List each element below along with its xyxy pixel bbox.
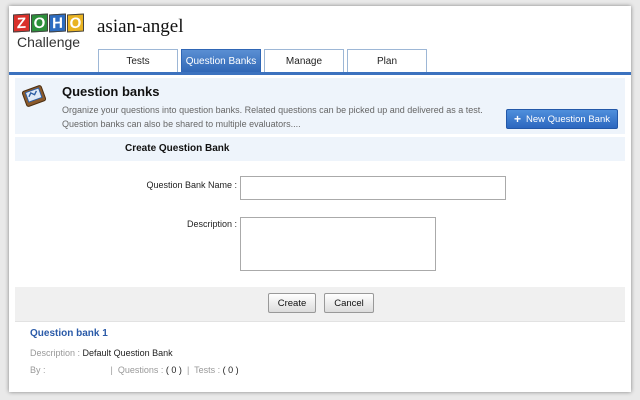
tab-underline <box>9 72 631 75</box>
tab-manage[interactable]: Manage <box>264 49 344 73</box>
logo-letter-o2: O <box>67 13 84 33</box>
tests-key: Tests : <box>194 365 221 375</box>
zoho-logo-letters: Z O H O <box>13 13 93 33</box>
section-description: Organize your questions into question ba… <box>62 105 483 129</box>
new-question-bank-button[interactable]: + New Question Bank <box>506 109 618 129</box>
zoho-challenge-logo[interactable]: Z O H O Challenge <box>13 13 93 62</box>
tab-tests[interactable]: Tests <box>98 49 178 73</box>
question-bank-link[interactable]: Question bank 1 <box>30 328 108 339</box>
logo-letter-o: O <box>31 13 48 33</box>
logo-letter-z: Z <box>13 13 30 33</box>
description-textarea[interactable] <box>240 217 436 271</box>
description-key: Description : <box>30 348 81 358</box>
questions-key: Questions : <box>117 365 164 375</box>
form-title: Create Question Bank <box>125 143 230 154</box>
tests-count: ( 0 ) <box>222 365 239 375</box>
section-title: Question banks <box>62 84 160 99</box>
plus-icon: + <box>514 112 522 126</box>
main-tabs: Tests Question Banks Manage Plan <box>98 49 427 73</box>
logo-letter-h: H <box>49 13 66 33</box>
account-title: asian-angel <box>97 16 184 37</box>
description-value: Default Question Bank <box>82 348 173 358</box>
form-actions-bar <box>15 287 625 322</box>
app-window: Z O H O Challenge asian-angel Tests Ques… <box>9 6 631 392</box>
by-key: By : <box>30 365 46 375</box>
new-question-bank-label: New Question Bank <box>526 113 610 125</box>
tab-plan[interactable]: Plan <box>347 49 427 73</box>
question-bank-meta: By : | Questions : ( 0 ) | Tests : ( 0 ) <box>30 365 239 375</box>
cancel-button[interactable]: Cancel <box>324 293 374 313</box>
description-label: Description : <box>186 219 237 229</box>
question-bank-description: Description : Default Question Bank <box>30 348 173 358</box>
tab-question-banks[interactable]: Question Banks <box>181 49 261 73</box>
question-bank-name-label: Question Bank Name : <box>146 180 237 190</box>
create-button[interactable]: Create <box>268 293 316 313</box>
form-title-bar <box>15 137 625 161</box>
question-bank-icon <box>21 85 47 107</box>
question-bank-name-input[interactable] <box>240 176 506 200</box>
logo-subtitle: Challenge <box>17 34 81 50</box>
questions-count: ( 0 ) <box>165 365 182 375</box>
